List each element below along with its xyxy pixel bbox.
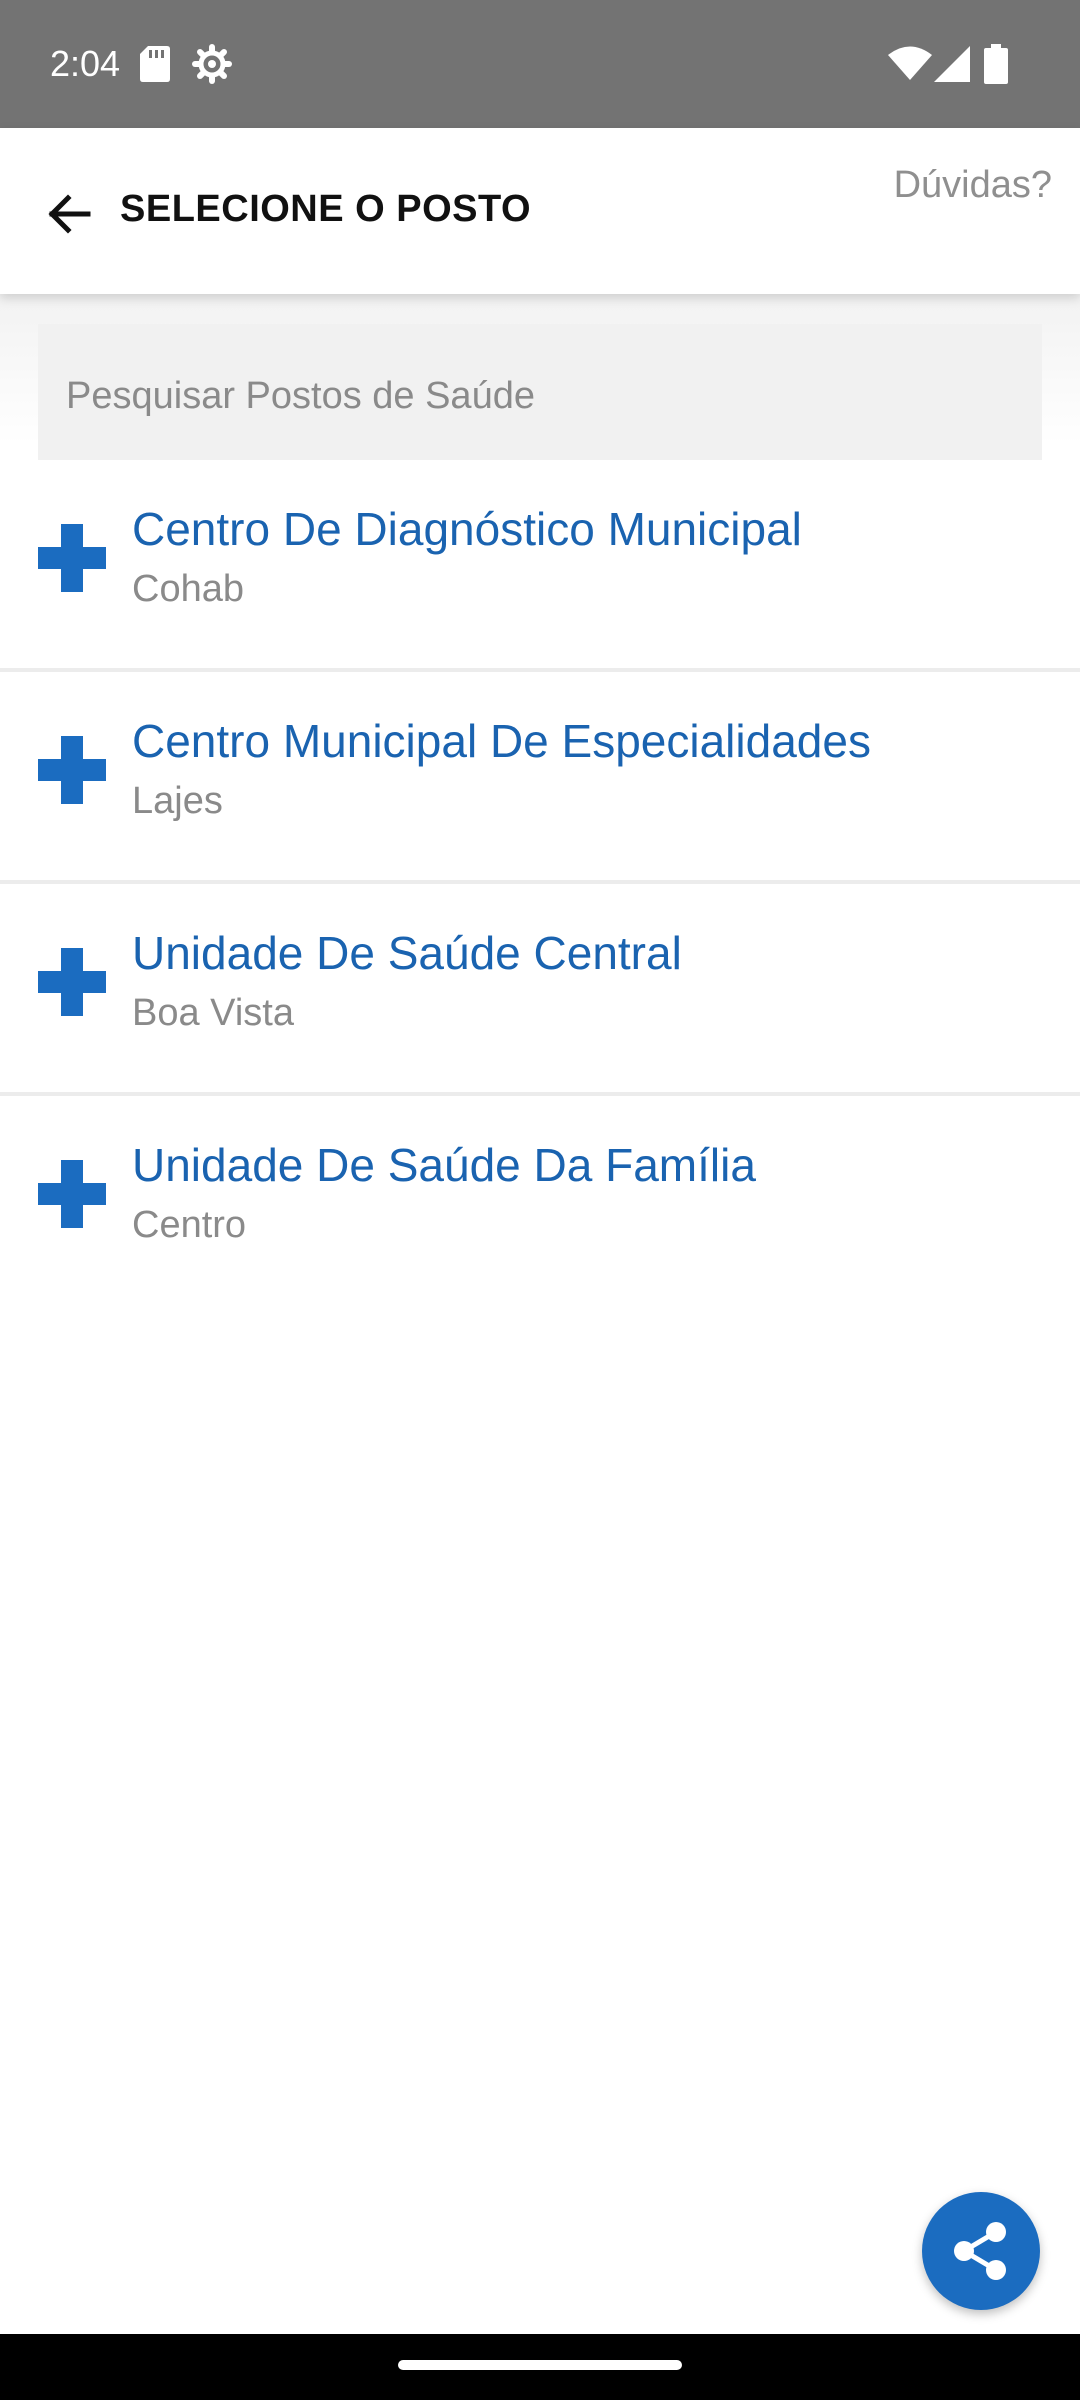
search-input[interactable] [38,324,1042,468]
system-nav-bar [0,2334,1080,2400]
battery-icon [984,44,1008,84]
medical-cross-icon [38,1160,106,1228]
post-neighborhood: Cohab [132,568,244,610]
status-time: 2:04 [50,43,121,84]
post-neighborhood: Lajes [132,780,223,822]
share-icon [954,2222,1006,2280]
gear-icon [192,44,232,84]
list-item[interactable]: Centro Municipal De Especialidades Lajes [0,672,1080,884]
app-bar: SELECIONE O POSTO Dúvidas? [0,128,1080,294]
post-name: Centro De Diagnóstico Municipal [132,503,802,555]
post-neighborhood: Boa Vista [132,992,294,1034]
list-item[interactable]: Unidade De Saúde Central Boa Vista [0,884,1080,1096]
medical-cross-icon [38,736,106,804]
wifi-icon [888,46,932,80]
back-arrow-icon[interactable] [40,186,96,242]
list-item[interactable]: Unidade De Saúde Da Família Centro [0,1096,1080,1304]
status-bar: 2:04 [0,0,1080,128]
list-item[interactable]: Centro De Diagnóstico Municipal Cohab [0,460,1080,672]
search-container [0,294,1080,468]
post-name: Unidade De Saúde Da Família [132,1139,756,1191]
post-neighborhood: Centro [132,1204,247,1246]
help-button[interactable]: Dúvidas? [894,164,1052,207]
page-title: SELECIONE O POSTO [120,188,532,230]
health-post-list: Centro De Diagnóstico Municipal Cohab Ce… [0,460,1080,1304]
post-name: Centro Municipal De Especialidades [132,715,871,767]
home-gesture-handle[interactable] [398,2360,682,2370]
medical-cross-icon [38,524,106,592]
share-button[interactable] [922,2192,1040,2310]
sd-card-icon [140,46,170,82]
medical-cross-icon [38,948,106,1016]
cell-signal-icon [934,46,970,82]
post-name: Unidade De Saúde Central [132,927,682,979]
